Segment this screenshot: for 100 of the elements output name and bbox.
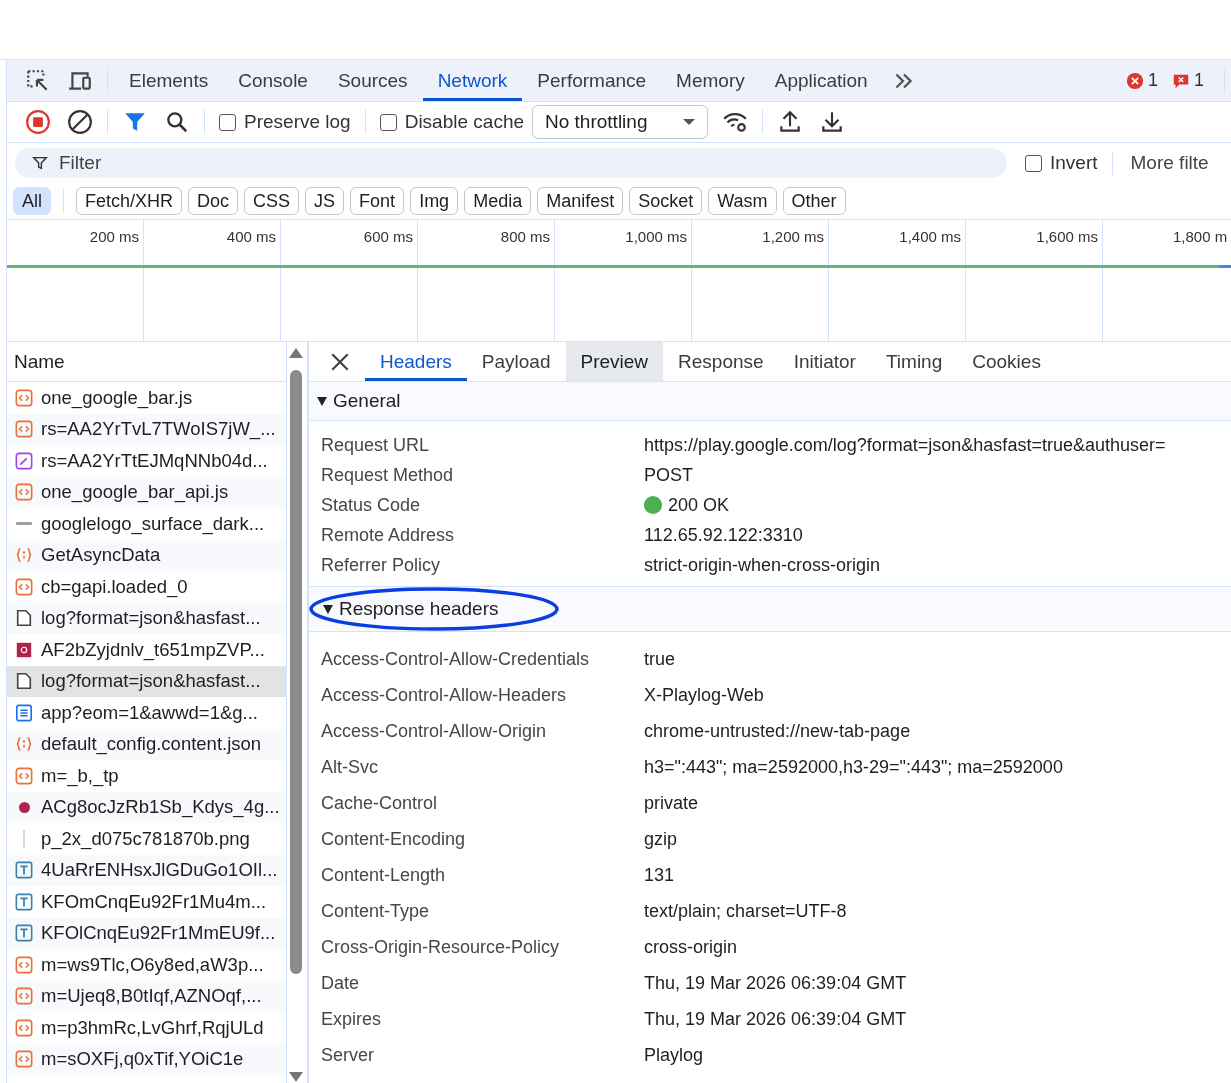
header-value: true (644, 648, 676, 670)
request-row[interactable]: one_google_bar.js (7, 382, 286, 414)
panel-tab[interactable]: Elements (114, 60, 224, 101)
detail-tab[interactable]: Initiator (778, 342, 871, 381)
upload-icon[interactable] (777, 109, 803, 135)
request-row[interactable]: KFOmCnqEu92Fr1Mu4m... (7, 886, 286, 918)
panel-tab[interactable]: Network (422, 60, 523, 101)
section-title: Response headers (339, 598, 499, 620)
request-row[interactable]: googlelogo_surface_dark... (7, 508, 286, 540)
request-row[interactable]: rs=AA2YrTvL7TWoIS7jW_... (7, 413, 286, 445)
request-row[interactable]: rs=AA2YrTtEJMqNNb04d... (7, 445, 286, 477)
script-icon (15, 1050, 33, 1069)
search-icon[interactable] (164, 109, 190, 135)
record-icon[interactable] (25, 109, 51, 135)
type-filter-chip[interactable]: Other (782, 187, 846, 215)
request-row[interactable]: 4UaRrENHsxJlGDuGo1OIl... (7, 854, 286, 886)
type-filter-chip[interactable]: Img (410, 187, 459, 215)
panel-tab[interactable]: Sources (322, 60, 423, 101)
header-name: Date (320, 972, 361, 994)
checkbox[interactable] (1025, 154, 1042, 172)
request-row[interactable]: AF2bZyjdnlv_t651mpZVP... (7, 634, 286, 666)
type-filter-chip[interactable]: Wasm (708, 187, 777, 215)
checkbox[interactable] (219, 113, 236, 131)
header-value: 200 OK (668, 494, 730, 516)
scroll-down-icon[interactable] (289, 1072, 303, 1082)
checkbox[interactable] (379, 113, 397, 131)
tick-label: 600 ms (362, 227, 414, 247)
request-name: one_google_bar_api.js (41, 481, 229, 504)
header-name: Content-Type (320, 900, 431, 922)
request-name: rs=AA2YrTtEJMqNNb04d... (41, 449, 268, 472)
request-name: m=Ujeq8,B0tIqf,AZNOqf,... (41, 985, 262, 1008)
request-name: googlelogo_surface_dark... (41, 512, 265, 535)
header-value: https://play.google.com/log?format=json&hasfast=true&authuser= (644, 434, 1166, 456)
type-filter-chip[interactable]: Font (350, 187, 405, 215)
request-row[interactable]: m=sOXFj,q0xTif,YOiC1e (7, 1043, 286, 1075)
detail-tab[interactable]: Cookies (957, 342, 1056, 381)
header-name: Expires (320, 1008, 383, 1030)
request-name: m=sOXFj,q0xTif,YOiC1e (41, 1048, 244, 1071)
type-filter-chip[interactable]: Fetch/XHR (76, 187, 183, 215)
header-value: Thu, 19 Mar 2026 06:39:04 GMT (644, 972, 907, 994)
type-filter-chip[interactable]: All (13, 187, 51, 215)
header-value: gzip (644, 828, 678, 850)
close-icon[interactable] (329, 351, 351, 373)
section-header[interactable]: Response headers (309, 586, 1231, 632)
tick-label: 1,600 ms (1035, 227, 1099, 247)
request-row[interactable]: cb=gapi.loaded_0 (7, 571, 286, 603)
request-row[interactable]: m=Ujeq8,B0tIqf,AZNOqf,... (7, 980, 286, 1012)
clear-icon[interactable] (67, 109, 93, 135)
panel-tab[interactable]: Application (759, 60, 883, 101)
panel-tab[interactable]: Performance (522, 60, 662, 101)
issue-badge[interactable]: 1 (1172, 70, 1204, 91)
detail-tab[interactable]: Preview (565, 342, 664, 381)
column-header[interactable]: Name (7, 342, 286, 382)
detail-tab[interactable]: Response (663, 342, 779, 381)
error-badge[interactable]: 1 (1125, 70, 1158, 91)
type-filter-chip[interactable]: Media (464, 187, 532, 215)
download-icon[interactable] (819, 109, 845, 135)
request-row[interactable]: KFOlCnqEu92Fr1MmEU9f... (7, 917, 286, 949)
section-header[interactable]: General (309, 382, 1231, 421)
panel-tab[interactable]: Memory (661, 60, 760, 101)
header-value: 131 (644, 864, 675, 886)
request-row[interactable]: m=ws9Tlc,O6y8ed,aW3p... (7, 949, 286, 981)
type-filter-chip[interactable]: Doc (188, 187, 239, 215)
filter-field[interactable]: Filter (15, 148, 1007, 178)
expand-triangle-icon[interactable] (323, 604, 333, 614)
panel-tab[interactable]: Console (223, 60, 323, 101)
request-row[interactable]: p_2x_d075c781870b.png (7, 823, 286, 855)
request-name: ACg8ocJzRb1Sb_Kdys_4g... (41, 796, 280, 819)
request-row[interactable]: app?eom=1&awwd=1&g... (7, 697, 286, 729)
more-filters-dropdown[interactable]: More filte (1130, 152, 1209, 174)
header-value: text/plain; charset=UTF-8 (644, 900, 847, 922)
request-name: p_2x_d075c781870b.png (41, 827, 250, 850)
request-name: cb=gapi.loaded_0 (41, 575, 188, 598)
scrollbar-thumb[interactable] (290, 370, 302, 974)
header-value: cross-origin (644, 936, 738, 958)
request-row[interactable]: default_config.content.json (7, 728, 286, 760)
request-row[interactable]: one_google_bar_api.js (7, 476, 286, 508)
tick-label: 1,800 m (1172, 227, 1229, 247)
request-name: 4UaRrENHsxJlGDuGo1OIl... (41, 859, 278, 882)
request-row[interactable]: m=p3hmRc,LvGhrf,RqjULd (7, 1012, 286, 1044)
type-filter-chip[interactable]: Manifest (537, 187, 624, 215)
type-filter-chip[interactable]: Socket (629, 187, 703, 215)
script-icon (15, 577, 33, 596)
type-filter-chip[interactable]: CSS (244, 187, 300, 215)
header-value: private (644, 792, 699, 814)
detail-tab[interactable]: Timing (870, 342, 958, 381)
request-row[interactable]: log?format=json&hasfast... (7, 602, 286, 634)
throttling-dropdown[interactable]: No throttling (532, 105, 708, 139)
section-title: General (333, 390, 401, 412)
expand-triangle-icon[interactable] (317, 396, 327, 406)
request-row[interactable]: m=_b,_tp (7, 760, 286, 792)
type-filter-chip[interactable]: JS (305, 187, 345, 215)
request-row[interactable]: ACg8ocJzRb1Sb_Kdys_4g... (7, 791, 286, 823)
request-name: m=ws9Tlc,O6y8ed,aW3p... (41, 953, 264, 976)
request-row[interactable]: log?format=json&hasfast... (7, 665, 286, 697)
header-value: chrome-untrusted://new-tab-page (644, 720, 911, 742)
font-icon (15, 861, 33, 880)
header-name: Access-Control-Allow-Origin (320, 720, 548, 742)
detail-tab[interactable]: Payload (466, 342, 566, 381)
request-row[interactable]: GetAsyncData (7, 539, 286, 571)
